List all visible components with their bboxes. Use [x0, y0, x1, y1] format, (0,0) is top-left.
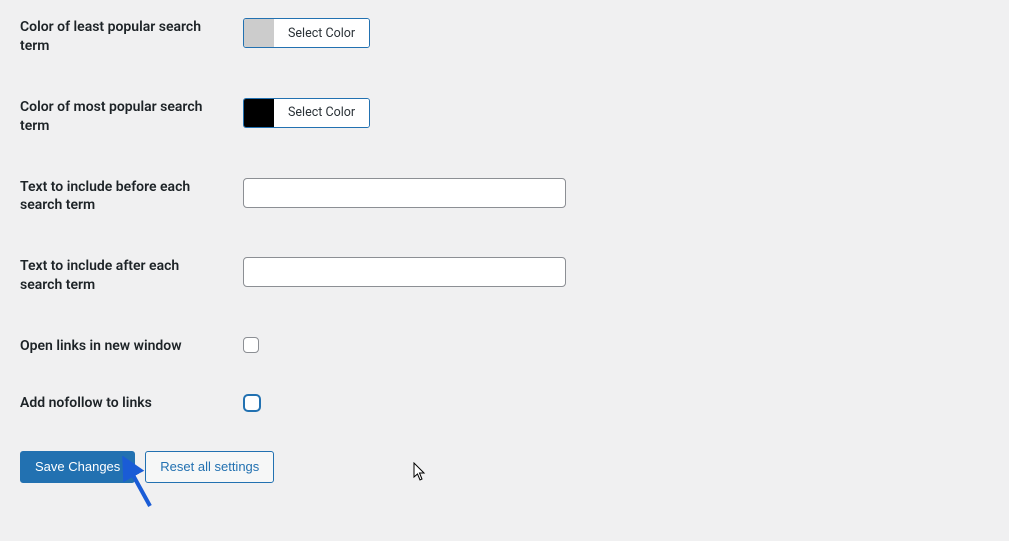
color-picker-most[interactable]: Select Color — [243, 98, 370, 128]
row-least-popular-color: Color of least popular search term Selec… — [20, 18, 989, 56]
color-swatch-icon — [244, 19, 274, 47]
row-add-nofollow: Add nofollow to links — [20, 394, 989, 413]
form-actions: Save Changes Reset all settings — [20, 451, 989, 483]
save-changes-button[interactable]: Save Changes — [20, 451, 135, 483]
add-nofollow-checkbox[interactable] — [243, 394, 261, 412]
row-text-after: Text to include after each search term — [20, 257, 989, 295]
field-text-before — [243, 178, 566, 208]
text-after-input[interactable] — [243, 257, 566, 287]
label-most-popular-color: Color of most popular search term — [20, 98, 243, 136]
field-most-popular-color: Select Color — [243, 98, 370, 128]
field-least-popular-color: Select Color — [243, 18, 370, 48]
color-swatch-icon — [244, 99, 274, 127]
settings-form: Color of least popular search term Selec… — [20, 18, 989, 483]
field-open-new-window — [243, 337, 259, 353]
row-most-popular-color: Color of most popular search term Select… — [20, 98, 989, 136]
open-new-window-checkbox[interactable] — [243, 337, 259, 353]
color-picker-least[interactable]: Select Color — [243, 18, 370, 48]
reset-all-settings-button[interactable]: Reset all settings — [145, 451, 274, 483]
row-open-new-window: Open links in new window — [20, 337, 989, 356]
label-least-popular-color: Color of least popular search term — [20, 18, 243, 56]
select-color-button-label: Select Color — [274, 99, 369, 127]
label-add-nofollow: Add nofollow to links — [20, 394, 243, 413]
label-text-after: Text to include after each search term — [20, 257, 243, 295]
label-open-new-window: Open links in new window — [20, 337, 243, 356]
field-add-nofollow — [243, 394, 261, 412]
select-color-button-label: Select Color — [274, 19, 369, 47]
field-text-after — [243, 257, 566, 287]
text-before-input[interactable] — [243, 178, 566, 208]
row-text-before: Text to include before each search term — [20, 178, 989, 216]
label-text-before: Text to include before each search term — [20, 178, 243, 216]
